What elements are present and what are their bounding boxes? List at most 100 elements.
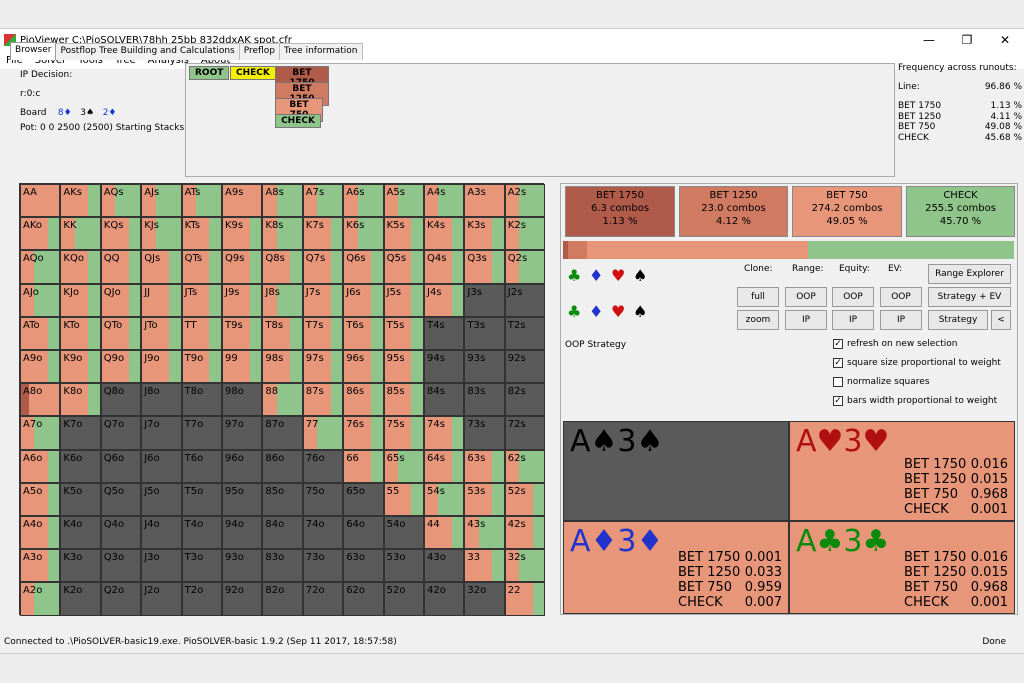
hand-cell[interactable]: AJs xyxy=(141,184,182,218)
hand-cell[interactable]: 33 xyxy=(464,549,505,583)
summary-check[interactable]: CHECK 255.5 combos 45.70 % xyxy=(906,186,1015,237)
hand-cell[interactable]: 72s xyxy=(504,416,546,450)
hand-cell[interactable]: K4s xyxy=(424,217,465,251)
hand-cell[interactable]: AA xyxy=(20,184,61,218)
hand-cell[interactable]: 83s xyxy=(464,383,505,417)
hand-cell[interactable]: 87o xyxy=(262,416,303,450)
hand-cell[interactable]: ATo xyxy=(20,316,61,350)
hand-cell[interactable]: A6o xyxy=(20,449,61,483)
hand-cell[interactable]: K3o xyxy=(60,549,101,583)
hand-cell[interactable]: Q2o xyxy=(100,582,142,616)
hand-cell[interactable]: T5s xyxy=(383,316,424,350)
hand-cell[interactable]: KTo xyxy=(60,316,101,350)
hand-cell[interactable]: 94s xyxy=(424,350,465,384)
bars-width-checkbox[interactable]: ✓ bars width proportional to weight xyxy=(833,396,997,406)
hand-cell[interactable]: T8s xyxy=(262,316,303,350)
combo-ad3d[interactable]: A♦3♦ BET 1750 0.001 BET 1250 0.033 BET 750… xyxy=(563,521,789,614)
hand-cell[interactable]: Q5s xyxy=(383,250,424,284)
hand-cell[interactable]: 63s xyxy=(464,449,505,483)
hand-cell[interactable]: 52s xyxy=(504,482,546,516)
checkbox-box[interactable]: ✓ xyxy=(833,339,843,349)
hand-cell[interactable]: A9s xyxy=(222,184,263,218)
hand-cell[interactable]: K5s xyxy=(383,217,424,251)
tree-node-check-2[interactable]: CHECK xyxy=(275,114,321,128)
hand-cell[interactable]: 86o xyxy=(262,449,303,483)
hand-cell[interactable]: J3s xyxy=(464,283,505,317)
hand-cell[interactable]: A3o xyxy=(20,549,61,583)
hand-cell[interactable]: QQ xyxy=(100,250,142,284)
hand-cell[interactable]: K2o xyxy=(60,582,101,616)
hand-cell[interactable]: 77 xyxy=(302,416,344,450)
hand-cell[interactable]: 75o xyxy=(302,482,344,516)
hand-cell[interactable]: J2s xyxy=(504,283,546,317)
spade-icon[interactable]: ♠ xyxy=(633,266,647,285)
hand-cell[interactable]: 64s xyxy=(424,449,465,483)
tab-tree-information[interactable]: Tree information xyxy=(278,43,363,60)
hand-cell[interactable]: 53o xyxy=(383,549,424,583)
tab-browser[interactable]: Browser xyxy=(10,42,57,60)
hand-cell[interactable]: 54o xyxy=(383,516,424,550)
hand-cell[interactable]: Q4o xyxy=(100,516,142,550)
hand-cell[interactable]: AQo xyxy=(20,250,61,284)
hand-cell[interactable]: 85o xyxy=(262,482,303,516)
spade-icon[interactable]: ♠ xyxy=(633,302,647,321)
hand-cell[interactable]: A2s xyxy=(504,184,546,218)
hand-cell[interactable]: 95o xyxy=(222,482,263,516)
strategy-button[interactable]: Strategy xyxy=(928,310,988,330)
hand-cell[interactable]: JTo xyxy=(141,316,182,350)
hand-cell[interactable]: 74o xyxy=(302,516,344,550)
hand-cell[interactable]: 97s xyxy=(302,350,344,384)
hand-cell[interactable]: TT xyxy=(181,316,222,350)
equity-oop-button[interactable]: OOP xyxy=(832,287,874,307)
normalize-checkbox[interactable]: normalize squares xyxy=(833,377,930,387)
hand-cell[interactable]: 97o xyxy=(222,416,263,450)
hand-cell[interactable]: T7s xyxy=(302,316,344,350)
hand-cell[interactable]: 73s xyxy=(464,416,505,450)
hand-cell[interactable]: J7s xyxy=(302,283,344,317)
combo-as3s[interactable]: A♠3♠ xyxy=(563,421,789,521)
hand-cell[interactable]: T3o xyxy=(181,549,222,583)
hand-cell[interactable]: ATs xyxy=(181,184,222,218)
hand-cell[interactable]: K3s xyxy=(464,217,505,251)
hand-cell[interactable]: J3o xyxy=(141,549,182,583)
club-icon[interactable]: ♣ xyxy=(567,266,581,285)
hand-cell[interactable]: 65s xyxy=(383,449,424,483)
hand-cell[interactable]: T3s xyxy=(464,316,505,350)
ev-oop-button[interactable]: OOP xyxy=(880,287,922,307)
hand-cell[interactable]: QJo xyxy=(100,283,142,317)
hand-cell[interactable]: 94o xyxy=(222,516,263,550)
hand-cell[interactable]: 22 xyxy=(504,582,546,616)
hand-cell[interactable]: 43s xyxy=(464,516,505,550)
diamond-icon[interactable]: ♦ xyxy=(589,302,603,321)
hand-cell[interactable]: K7o xyxy=(60,416,101,450)
hand-cell[interactable]: 44 xyxy=(424,516,465,550)
hand-cell[interactable]: Q3s xyxy=(464,250,505,284)
hand-cell[interactable]: J6s xyxy=(343,283,384,317)
tree-node-root[interactable]: ROOT xyxy=(189,66,230,80)
summary-bet750[interactable]: BET 750 274.2 combos 49.05 % xyxy=(792,186,902,237)
hand-cell[interactable]: 87s xyxy=(302,383,344,417)
hand-cell[interactable]: 32o xyxy=(464,582,505,616)
hand-cell[interactable]: 96s xyxy=(343,350,384,384)
hand-cell[interactable]: J6o xyxy=(141,449,182,483)
hand-cell[interactable]: T4o xyxy=(181,516,222,550)
range-oop-button[interactable]: OOP xyxy=(785,287,827,307)
tree-node-check[interactable]: CHECK xyxy=(230,66,276,80)
tab-preflop[interactable]: Preflop xyxy=(238,43,280,60)
hand-cell[interactable]: AKo xyxy=(20,217,61,251)
hand-cell[interactable]: 65o xyxy=(343,482,384,516)
hand-cell[interactable]: QJs xyxy=(141,250,182,284)
heart-icon[interactable]: ♥ xyxy=(611,266,625,285)
hand-cell[interactable]: A8o xyxy=(20,383,61,417)
hand-cell[interactable]: 43o xyxy=(424,549,465,583)
hand-cell[interactable]: 96o xyxy=(222,449,263,483)
hand-cell[interactable]: KJs xyxy=(141,217,182,251)
hand-cell[interactable]: J5o xyxy=(141,482,182,516)
hand-cell[interactable]: Q7o xyxy=(100,416,142,450)
hand-cell[interactable]: 54s xyxy=(424,482,465,516)
hand-cell[interactable]: 74s xyxy=(424,416,465,450)
hand-cell[interactable]: 63o xyxy=(343,549,384,583)
hand-cell[interactable]: JJ xyxy=(141,283,182,317)
hand-cell[interactable]: 98s xyxy=(262,350,303,384)
square-size-checkbox[interactable]: ✓ square size proportional to weight xyxy=(833,358,1001,368)
